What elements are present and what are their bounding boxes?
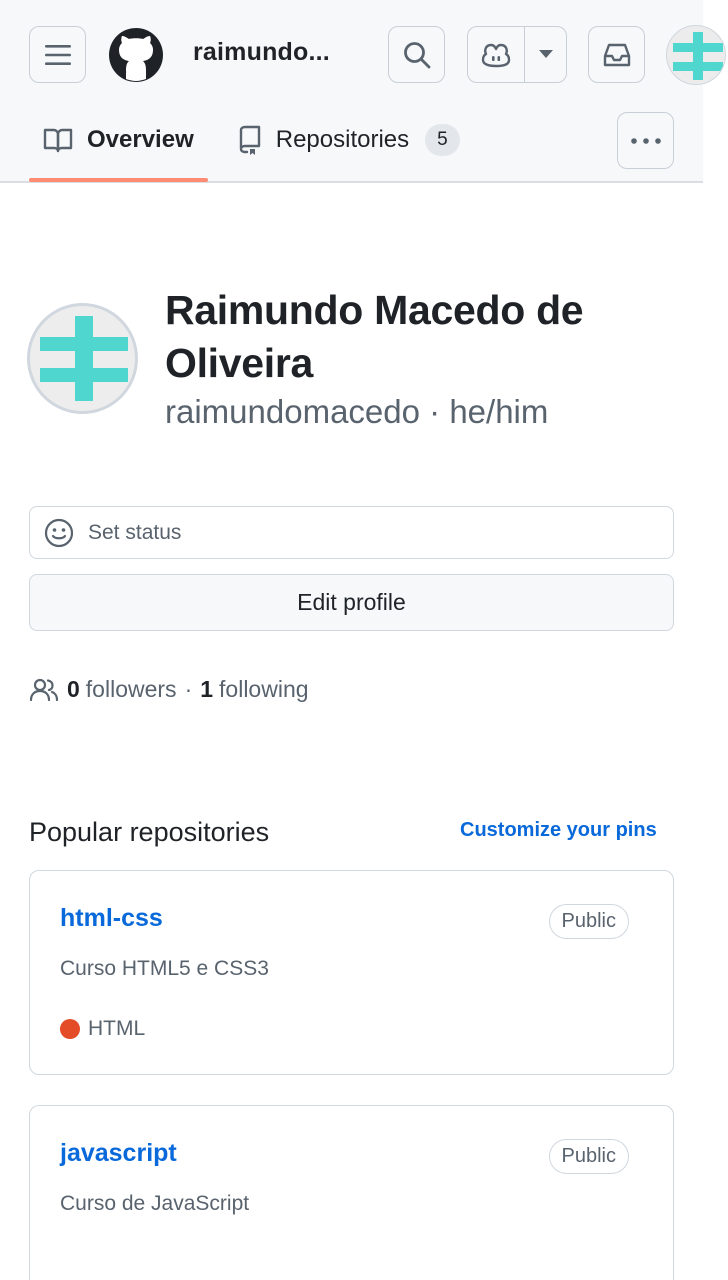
language-color-dot <box>60 1019 80 1039</box>
user-avatar-button[interactable] <box>666 25 726 85</box>
copilot-button-group <box>467 26 567 83</box>
identicon-avatar <box>673 32 723 80</box>
repo-language-label: HTML <box>88 1017 146 1040</box>
repo-visibility-badge: Public <box>548 904 629 939</box>
tab-overview[interactable]: Overview <box>29 110 208 182</box>
header-username[interactable]: raimundo... <box>193 38 330 67</box>
profile-handle: raimundomacedo · he/him <box>165 393 548 431</box>
search-icon <box>403 41 430 68</box>
kebab-horizontal-icon <box>630 137 661 144</box>
search-button[interactable] <box>388 26 445 83</box>
hamburger-icon <box>44 44 71 65</box>
book-icon <box>43 127 73 153</box>
follow-stats: 0 followers · 1 following <box>29 676 309 703</box>
followers-link[interactable]: 0 followers <box>67 676 177 703</box>
profile-full-name: Raimundo Macedo de Oliveira <box>165 287 584 386</box>
profile-tabs: Overview Repositories 5 <box>29 110 474 183</box>
copilot-button[interactable] <box>468 27 525 82</box>
smiley-icon <box>44 518 74 547</box>
following-link[interactable]: 1 following <box>200 676 308 703</box>
people-icon <box>29 678 59 701</box>
repo-visibility-badge: Public <box>548 1139 629 1174</box>
customize-pins-link[interactable]: Customize your pins <box>460 819 657 842</box>
following-label: following <box>219 676 309 702</box>
repositories-count-badge: 5 <box>425 124 460 156</box>
repo-description: Curso HTML5 e CSS3 <box>60 957 269 980</box>
copilot-icon <box>481 43 511 67</box>
follow-separator: · <box>184 676 193 702</box>
repo-language: HTML <box>60 1017 145 1041</box>
popular-repositories-title: Popular repositories <box>29 817 270 847</box>
repo-name-link[interactable]: javascript <box>60 1139 177 1168</box>
followers-count: 0 <box>67 676 80 702</box>
profile-pronouns: he/him <box>449 393 549 430</box>
inbox-icon <box>603 43 630 66</box>
handle-separator: · <box>429 393 441 430</box>
repo-name-link[interactable]: html-css <box>60 904 163 933</box>
app-header: raimundo... Overview Repositories 5 <box>0 0 726 183</box>
profile-avatar[interactable] <box>27 303 138 414</box>
repo-icon <box>238 125 262 155</box>
copilot-dropdown-button[interactable] <box>525 27 566 82</box>
github-logo-icon[interactable] <box>108 27 164 83</box>
repo-card: javascript Public Curso de JavaScript <box>29 1105 674 1280</box>
repo-description: Curso de JavaScript <box>60 1192 250 1215</box>
tab-repositories-label: Repositories <box>275 126 410 153</box>
caret-down-icon <box>538 50 553 58</box>
more-options-button[interactable] <box>617 112 674 169</box>
edit-profile-button[interactable]: Edit profile <box>29 574 674 631</box>
set-status-label: Set status <box>88 520 182 544</box>
inbox-button[interactable] <box>588 26 645 83</box>
following-count: 1 <box>200 676 214 702</box>
set-status-button[interactable]: Set status <box>29 506 674 559</box>
identicon-avatar <box>40 316 128 401</box>
followers-label: followers <box>85 676 177 702</box>
repo-card: html-css Public Curso HTML5 e CSS3 HTML <box>29 870 674 1075</box>
menu-button[interactable] <box>29 26 86 83</box>
tab-repositories[interactable]: Repositories 5 <box>224 110 474 170</box>
profile-username: raimundomacedo <box>165 393 420 430</box>
tab-overview-label: Overview <box>87 126 194 153</box>
